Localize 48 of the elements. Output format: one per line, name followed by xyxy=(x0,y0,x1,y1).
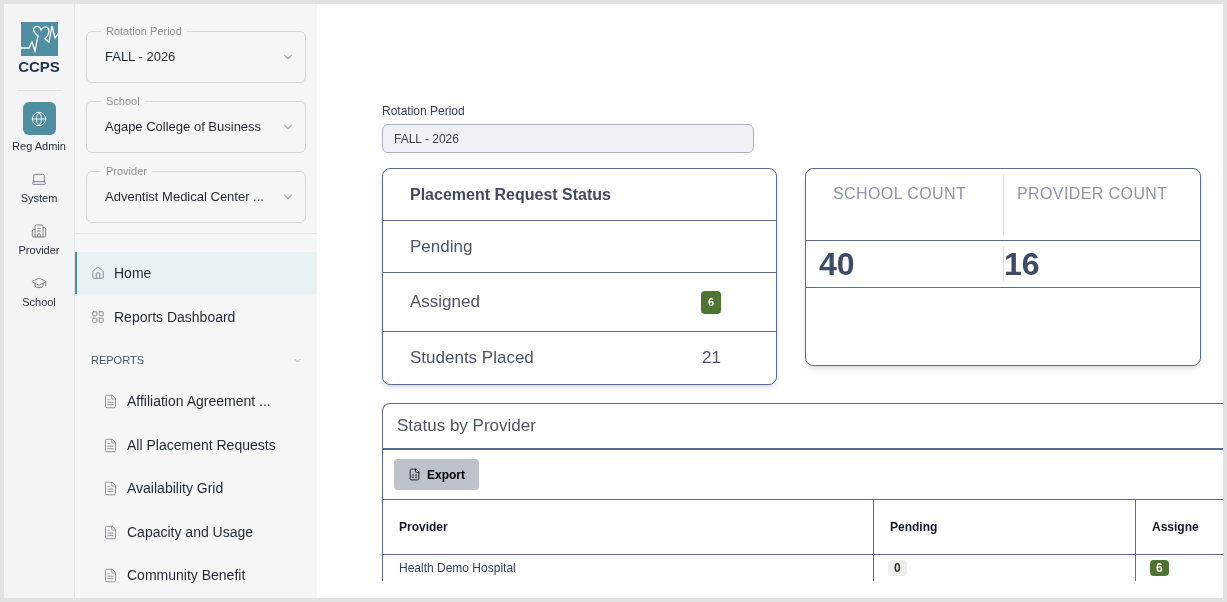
graduation-cap-icon xyxy=(31,275,47,291)
filter-label: School xyxy=(101,94,145,108)
count-label: SCHOOL COUNT xyxy=(833,184,967,204)
home-icon xyxy=(91,266,105,280)
document-icon xyxy=(103,394,118,410)
count-badge: 6 xyxy=(1150,560,1169,576)
nav-item[interactable]: Reports Dashboard xyxy=(75,296,317,338)
report-link[interactable]: Availability Grid xyxy=(75,467,317,511)
count-badge: 0 xyxy=(888,560,907,576)
document-icon xyxy=(103,437,118,453)
laptop-icon xyxy=(31,171,47,187)
rail-item[interactable]: School xyxy=(4,269,74,308)
column-header: Assigne xyxy=(1152,519,1199,536)
rail-item[interactable]: Reg Admin xyxy=(4,102,74,152)
report-link[interactable]: All Placement Requests xyxy=(75,423,317,467)
status-count: 21 xyxy=(702,347,721,370)
grid-icon xyxy=(91,310,105,324)
count-label: PROVIDER COUNT xyxy=(1017,184,1168,204)
globe-icon xyxy=(31,110,47,127)
rotation-period-field[interactable]: FALL - 2026 xyxy=(382,124,754,153)
filter-label: Provider xyxy=(101,164,152,178)
report-link[interactable]: Affiliation Agreement ... xyxy=(75,380,317,424)
report-link[interactable]: Capacity and Usage xyxy=(75,510,317,554)
rail-item[interactable]: System xyxy=(4,165,74,204)
rotation-period-label: Rotation Period xyxy=(382,104,465,119)
building-icon xyxy=(31,223,47,239)
column-header: Pending xyxy=(890,519,938,536)
panel-title: Status by Provider xyxy=(397,415,536,438)
export-button[interactable]: Export xyxy=(394,459,479,490)
column-header: Provider xyxy=(399,519,448,536)
spreadsheet-icon xyxy=(408,468,421,481)
rail-item[interactable]: Provider xyxy=(4,217,74,256)
card-title: Placement Request Status xyxy=(410,184,611,205)
status-label: Students Placed xyxy=(410,347,534,370)
count-badge: 6 xyxy=(700,290,721,314)
status-label: Pending xyxy=(410,235,473,258)
count-value: 40 xyxy=(819,248,855,280)
document-icon xyxy=(103,481,118,497)
document-icon xyxy=(103,524,118,540)
reports-section-header[interactable]: REPORTS xyxy=(75,340,317,380)
count-value: 16 xyxy=(1004,248,1040,280)
nav-item[interactable]: Home xyxy=(75,252,317,294)
report-link[interactable]: Community Benefit xyxy=(75,554,317,598)
filter-label: Rotation Period xyxy=(101,24,187,38)
logo-text: CCPS xyxy=(18,59,60,74)
provider-name: Health Demo Hospital xyxy=(399,561,516,575)
status-label: Assigned xyxy=(410,291,480,314)
document-icon xyxy=(103,568,118,584)
